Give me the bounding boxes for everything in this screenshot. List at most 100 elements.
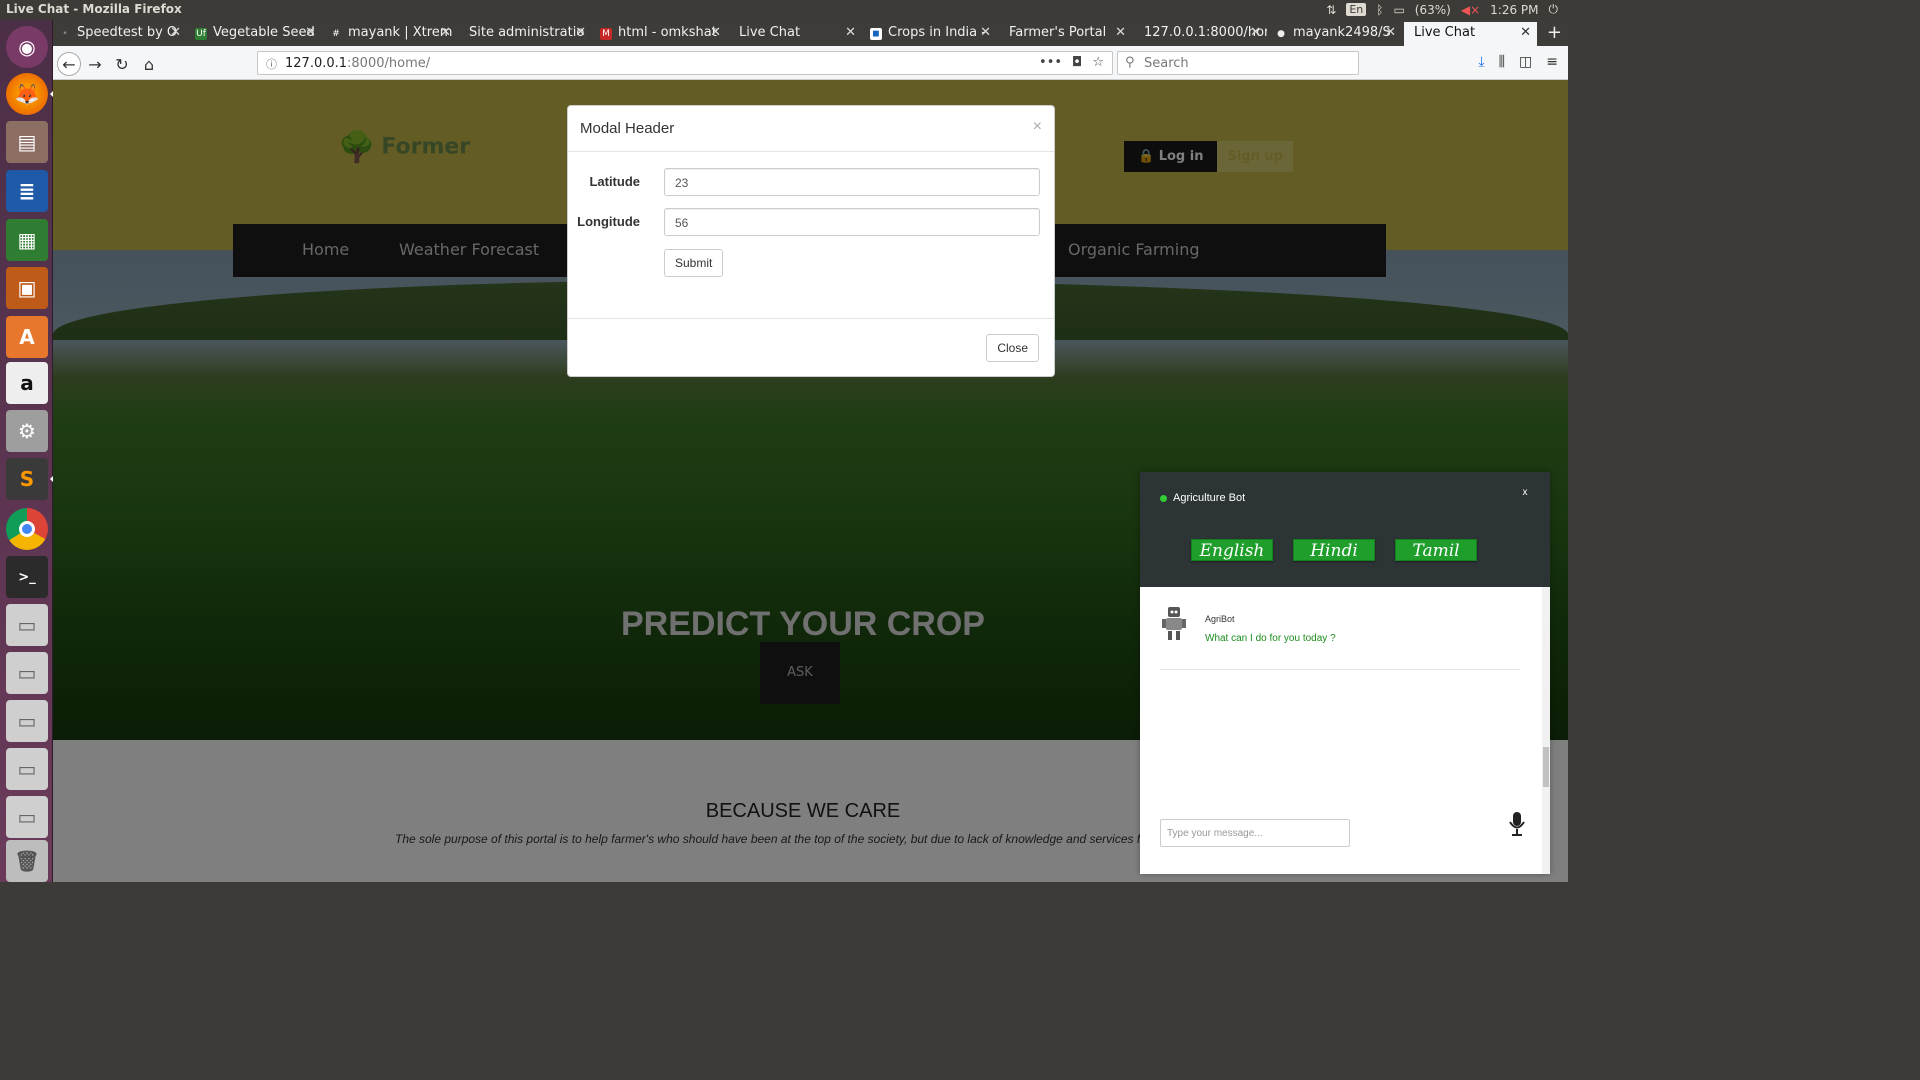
impress-icon[interactable]: ▣	[6, 267, 48, 309]
tab-close-icon[interactable]: ✕	[1115, 25, 1126, 40]
tab-close-icon[interactable]: ✕	[845, 25, 856, 40]
amazon-icon[interactable]: a	[6, 362, 48, 404]
tab[interactable]: ● mayank2498/S ✕	[1269, 22, 1402, 46]
tab-close-icon[interactable]: ✕	[1385, 25, 1396, 40]
longitude-row: Longitude 56	[568, 208, 1056, 236]
software-center-icon[interactable]: A	[6, 316, 48, 358]
tab-favicon: Uf	[195, 28, 207, 40]
tab[interactable]: ◼ Crops in India - ✕	[864, 22, 997, 46]
tab-favicon: •	[62, 29, 68, 39]
gmail-favicon: M	[600, 28, 612, 40]
online-status-icon	[1160, 495, 1167, 502]
microphone-icon[interactable]	[1508, 811, 1526, 837]
firefox-icon[interactable]: 🦊	[6, 73, 54, 115]
tab[interactable]: Uf Vegetable Seed ✕	[189, 22, 322, 46]
browser-tab-bar: • Speedtest by O ✕ Uf Vegetable Seed ✕ # maya…	[53, 20, 1568, 46]
drive-icon-3[interactable]: ▭	[6, 700, 48, 742]
tab[interactable]: # mayank | Xtrem ✕	[324, 22, 457, 46]
terminal-icon[interactable]: >_	[6, 556, 48, 598]
chrome-icon[interactable]	[6, 508, 48, 550]
tab-close-icon[interactable]: ✕	[575, 25, 586, 40]
modal-footer: Close	[568, 318, 1054, 378]
modal-header: Modal Header ×	[568, 106, 1054, 152]
scrollbar-thumb[interactable]	[1543, 747, 1549, 787]
ubuntu-launcher: ◉ 🦊 ▤ ≣ ▦ ▣ A a ⚙ S >_ ▭ ▭ ▭ ▭ ▭ 🗑	[0, 20, 54, 882]
github-favicon: ●	[1277, 29, 1285, 39]
longitude-input[interactable]: 56	[664, 208, 1040, 236]
bluetooth-icon[interactable]: ᛒ	[1376, 3, 1383, 17]
new-tab-icon[interactable]: +	[1547, 22, 1562, 43]
web-page: 🌳Former 🔒 Log in Sign up Home Weather Fo…	[53, 80, 1568, 882]
chat-close-icon[interactable]: x	[1518, 486, 1532, 500]
bookmark-star-icon[interactable]: ☆	[1092, 55, 1104, 70]
lang-tamil-button[interactable]: Tamil	[1395, 539, 1477, 561]
url-bar[interactable]: ⓘ 127.0.0.1:8000/home/ ••• ◘ ☆	[257, 51, 1113, 75]
pocket-icon[interactable]: ◘	[1072, 55, 1082, 70]
lang-english-button[interactable]: English	[1191, 539, 1273, 561]
tab[interactable]: Farmer's Portal ✕	[999, 22, 1132, 46]
tab-close-icon[interactable]: ✕	[710, 25, 721, 40]
tab[interactable]: • Speedtest by O ✕	[53, 22, 187, 46]
browser-navbar: ← → ↻ ⌂ ⓘ 127.0.0.1:8000/home/ ••• ◘ ☆ ⚲…	[53, 46, 1568, 80]
url-text[interactable]: 127.0.0.1:8000/home/	[285, 56, 430, 71]
writer-icon[interactable]: ≣	[6, 170, 48, 212]
tab-close-icon[interactable]: ✕	[170, 25, 181, 40]
home-icon[interactable]: ⌂	[137, 52, 161, 76]
message-sender: AgriBot	[1205, 614, 1235, 624]
lang-hindi-button[interactable]: Hindi	[1293, 539, 1375, 561]
tab-close-icon[interactable]: ✕	[305, 25, 316, 40]
modal-close-icon[interactable]: ×	[1033, 118, 1042, 136]
menu-icon[interactable]: ≡	[1546, 54, 1558, 70]
tab-close-icon[interactable]: ✕	[980, 25, 991, 40]
chat-scrollbar[interactable]	[1542, 587, 1550, 874]
calc-icon[interactable]: ▦	[6, 219, 48, 261]
close-button[interactable]: Close	[986, 334, 1039, 362]
tab-close-icon[interactable]: ✕	[1520, 25, 1531, 40]
tab[interactable]: Live Chat ✕	[729, 22, 862, 46]
tab-active[interactable]: Live Chat ✕	[1404, 22, 1537, 46]
power-icon[interactable]: ⏻	[1549, 2, 1559, 17]
drive-icon-4[interactable]: ▭	[6, 748, 48, 790]
chat-body: AgriBot What can I do for you today ? Ty…	[1140, 587, 1540, 874]
system-settings-icon[interactable]: ⚙	[6, 410, 48, 452]
clock[interactable]: 1:26 PM	[1490, 3, 1538, 17]
latitude-input[interactable]: 23	[664, 168, 1040, 196]
submit-button[interactable]: Submit	[664, 249, 724, 277]
battery-icon[interactable]: ▭	[1393, 3, 1404, 17]
network-icon[interactable]: ⇅	[1326, 3, 1336, 17]
info-icon[interactable]: ⓘ	[266, 56, 277, 72]
trash-icon[interactable]: 🗑	[6, 840, 48, 882]
back-icon[interactable]: ←	[57, 52, 81, 76]
sidebar-icon[interactable]: ◫	[1519, 54, 1532, 70]
volume-muted-icon[interactable]: ◀×	[1461, 3, 1480, 17]
chat-widget: Agriculture Bot x English Hindi Tamil Ag…	[1140, 472, 1550, 874]
search-input[interactable]: ⚲ Search	[1117, 51, 1359, 75]
reload-icon[interactable]: ↻	[110, 52, 134, 76]
chat-header: Agriculture Bot x English Hindi Tamil	[1140, 472, 1550, 587]
drive-icon-1[interactable]: ▭	[6, 604, 48, 646]
search-icon: ⚲	[1125, 55, 1135, 70]
system-tray: ⇅ En ᛒ ▭ (63%) ◀× 1:26 PM ⏻	[1326, 2, 1558, 17]
latitude-label: Latitude	[589, 174, 640, 189]
tab-close-icon[interactable]: ✕	[440, 25, 451, 40]
tab[interactable]: 127.0.0.1:8000/hor ✕	[1134, 22, 1267, 46]
drive-icon-2[interactable]: ▭	[6, 652, 48, 694]
sublime-text-icon[interactable]: S	[6, 458, 54, 500]
download-icon[interactable]: ⤓	[1478, 54, 1484, 70]
library-icon[interactable]: ⫼	[1499, 54, 1505, 70]
battery-percentage: (63%)	[1414, 2, 1451, 17]
tab[interactable]: Site administratio ✕	[459, 22, 592, 46]
tab[interactable]: Mhtml - omkshat ✕	[594, 22, 727, 46]
robot-avatar-icon	[1162, 607, 1186, 640]
keyboard-layout-indicator[interactable]: En	[1346, 3, 1367, 16]
longitude-label: Longitude	[577, 214, 640, 229]
drive-icon-5[interactable]: ▭	[6, 796, 48, 838]
ubuntu-dash-icon[interactable]: ◉	[6, 26, 48, 68]
chat-message-input[interactable]: Type your message...	[1160, 819, 1350, 847]
forward-icon[interactable]: →	[83, 52, 107, 76]
files-icon[interactable]: ▤	[6, 121, 48, 163]
bot-name: Agriculture Bot	[1173, 492, 1246, 504]
message-divider	[1160, 669, 1520, 670]
page-actions-icon[interactable]: •••	[1039, 55, 1062, 70]
tab-close-icon[interactable]: ✕	[1250, 25, 1261, 40]
